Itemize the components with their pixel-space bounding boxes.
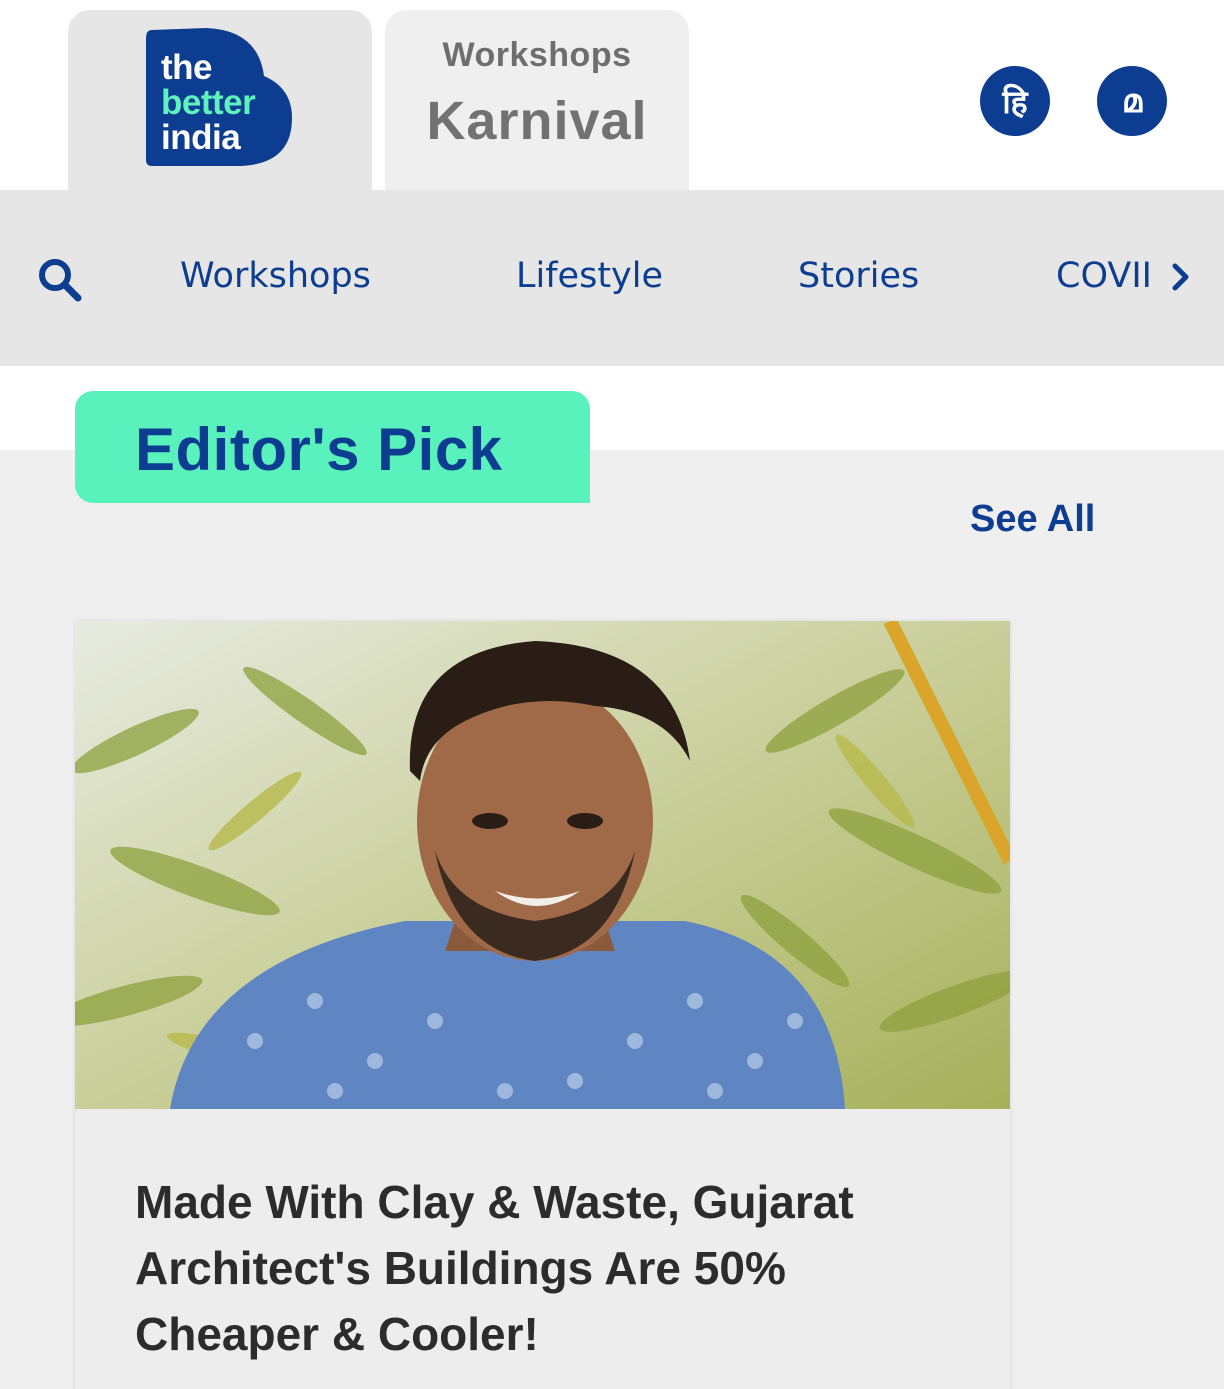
see-all-link[interactable]: See All bbox=[970, 498, 1095, 541]
karnival-wordmark: Karnival bbox=[426, 91, 648, 151]
logo-text-the: the bbox=[161, 48, 213, 87]
nav-item-covid[interactable]: COVII bbox=[1056, 256, 1164, 296]
chevron-right-icon[interactable] bbox=[1170, 262, 1192, 292]
nav-item-workshops[interactable]: Workshops bbox=[180, 256, 371, 296]
top-header: the better india Workshops Karnival हि മ bbox=[0, 0, 1224, 190]
article-headline[interactable]: Made With Clay & Waste, Gujarat Architec… bbox=[135, 1169, 975, 1367]
nav-item-stories[interactable]: Stories bbox=[798, 256, 919, 296]
category-nav: Workshops Lifestyle Stories COVII bbox=[0, 190, 1224, 366]
section-title-badge: Editor's Pick bbox=[75, 391, 590, 503]
tab-the-better-india[interactable]: the better india bbox=[68, 10, 372, 190]
search-icon[interactable] bbox=[36, 256, 84, 304]
article-photo[interactable] bbox=[75, 621, 1010, 1109]
karnival-label: Workshops bbox=[442, 36, 632, 74]
article-card[interactable]: Made With Clay & Waste, Gujarat Architec… bbox=[75, 621, 1010, 1389]
logo-text-better: better bbox=[161, 83, 256, 122]
hindi-language-button[interactable]: हि bbox=[980, 66, 1050, 136]
page: the better india Workshops Karnival हि മ… bbox=[0, 0, 1224, 1389]
tab-workshops-karnival[interactable]: Workshops Karnival bbox=[385, 10, 689, 190]
malayalam-language-button[interactable]: മ bbox=[1097, 66, 1167, 136]
logo-text-india: india bbox=[161, 118, 241, 157]
the-better-india-logo: the better india bbox=[146, 26, 292, 168]
nav-item-lifestyle[interactable]: Lifestyle bbox=[516, 256, 663, 296]
section-title: Editor's Pick bbox=[135, 416, 503, 483]
